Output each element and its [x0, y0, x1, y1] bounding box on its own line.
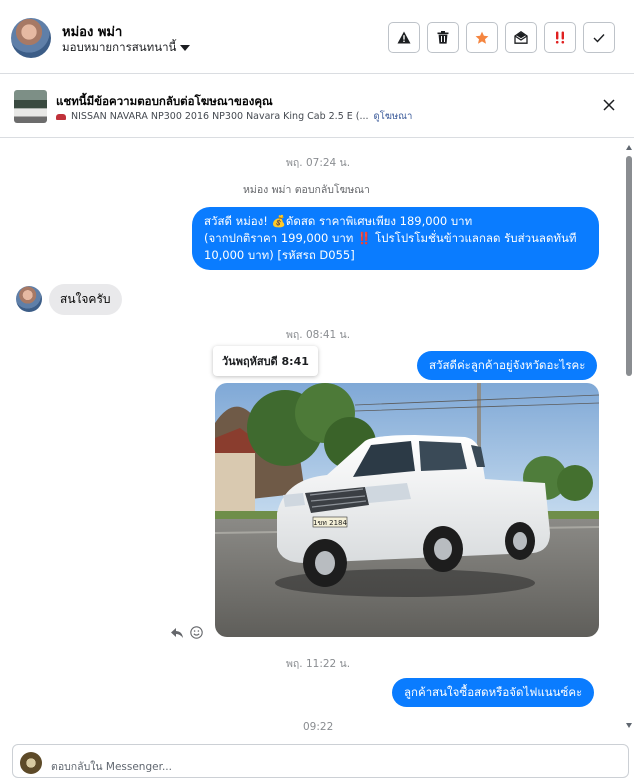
delete-button[interactable] — [427, 22, 459, 53]
assign-conversation-dropdown[interactable]: มอบหมายการสนทนานี้ — [62, 39, 191, 57]
car-photo-attachment[interactable]: 1ขท 2184 — [215, 383, 599, 637]
view-ad-link[interactable]: ดูโฆษณา — [374, 109, 413, 124]
timestamp: พฤ. 11:22 น. — [286, 658, 351, 670]
license-plate: 1ขท 2184 — [313, 519, 347, 527]
mark-important-button[interactable] — [544, 22, 576, 53]
report-spam-button[interactable] — [388, 22, 420, 53]
close-icon — [603, 99, 615, 111]
star-button[interactable] — [466, 22, 498, 53]
check-icon — [593, 33, 605, 43]
message-time-tooltip: วันพฤหัสบดี 8:41 — [213, 346, 318, 376]
ad-thumbnail[interactable] — [14, 90, 47, 123]
contact-avatar-small — [16, 286, 42, 312]
message-bubble-incoming[interactable]: สนใจครับ — [49, 284, 122, 315]
smiley-icon — [190, 626, 203, 639]
scroll-down-arrow-icon[interactable] — [626, 723, 632, 728]
envelope-open-icon — [514, 31, 528, 44]
chevron-down-icon — [180, 45, 191, 51]
warning-icon — [397, 31, 411, 44]
react-button[interactable] — [190, 624, 203, 643]
timestamp: 09:22 — [303, 721, 334, 733]
ad-name: NISSAN NAVARA NP300 2016 NP300 Navara Ki… — [71, 111, 369, 122]
contact-avatar[interactable] — [11, 18, 51, 58]
car-photo-image: 1ขท 2184 — [215, 383, 599, 637]
message-bubble-outgoing[interactable]: สวัสดี หม่อง! 💰ดัดสด ราคาพิเศษเพียง 189,… — [192, 207, 599, 270]
scrollbar-thumb[interactable] — [626, 156, 632, 376]
message-text-line: สวัสดี หม่อง! 💰ดัดสด ราคาพิเศษเพียง 189,… — [204, 214, 473, 228]
timestamp: พฤ. 08:41 น. — [286, 329, 351, 341]
trash-icon — [437, 31, 449, 44]
scroll-up-arrow-icon[interactable] — [626, 145, 632, 150]
close-banner-button[interactable] — [600, 96, 618, 114]
mark-unread-button[interactable] — [505, 22, 537, 53]
ad-reply-meta: หม่อง พม่า ตอบกลับโฆษณา — [243, 184, 370, 196]
star-icon — [475, 31, 489, 44]
assign-label: มอบหมายการสนทนานี้ — [62, 40, 177, 54]
ad-banner-subtitle: NISSAN NAVARA NP300 2016 NP300 Navara Ki… — [56, 109, 412, 124]
message-bubble-outgoing[interactable]: ลูกค้าสนใจซื้อสดหรือจัดไฟแนนซ์คะ — [392, 678, 595, 707]
mark-done-button[interactable] — [583, 22, 615, 53]
page-avatar — [20, 752, 42, 774]
header-actions — [388, 22, 615, 53]
message-text-line: 10,000 บาท) [รหัสรถ D055] — [204, 248, 355, 262]
timestamp: พฤ. 07:24 น. — [286, 157, 351, 169]
message-bubble-outgoing[interactable]: สวัสดีค่ะลูกค้าอยู่จังหวัดอะไรคะ — [417, 351, 598, 380]
important-icon — [555, 31, 565, 44]
reply-button[interactable] — [170, 624, 184, 643]
reply-icon — [171, 628, 183, 638]
reply-input[interactable]: ตอบกลับใน Messenger... — [51, 758, 172, 775]
car-icon — [56, 113, 66, 120]
message-text-line: (จากปกติราคา 199,000 บาท ‼️ โปรโปรโมชั่น… — [204, 231, 577, 245]
